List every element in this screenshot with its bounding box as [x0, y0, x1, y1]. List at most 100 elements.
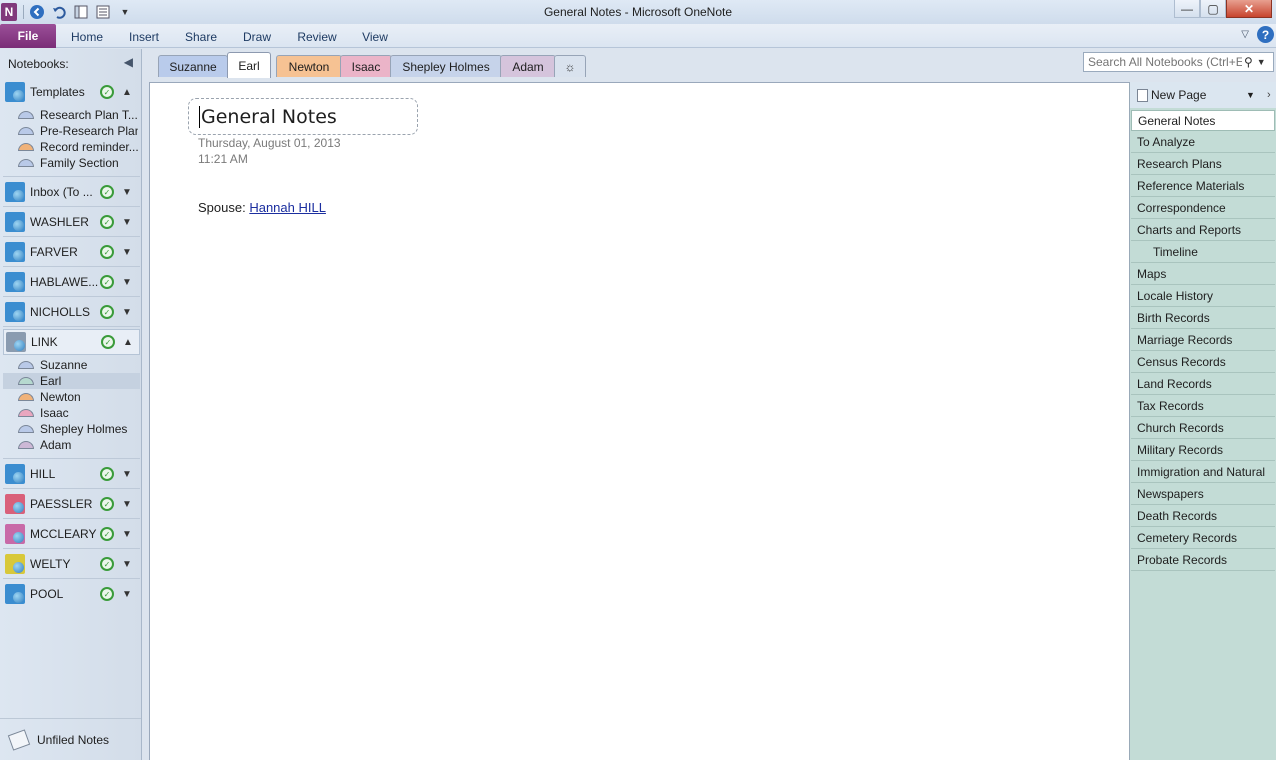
page-title-container[interactable]: General Notes [188, 98, 418, 135]
page-item[interactable]: General Notes [1131, 110, 1275, 131]
expand-notebook-icon[interactable]: ▼ [122, 187, 132, 198]
notebook-paessler[interactable]: PAESSLER ✓ ▼ [3, 491, 140, 517]
sync-status-icon[interactable]: ✓ [100, 85, 114, 99]
collapse-navigation-icon[interactable]: ◀ [124, 55, 133, 69]
sync-status-icon[interactable]: ✓ [100, 557, 114, 571]
page-title[interactable]: General Notes [199, 106, 337, 128]
notebook-link[interactable]: LINK ✓ ▲ [3, 329, 140, 355]
expand-notebook-icon[interactable]: ▼ [122, 277, 132, 288]
page-item[interactable]: Maps [1131, 264, 1275, 285]
sync-status-icon[interactable]: ✓ [100, 185, 114, 199]
expand-notebook-icon[interactable]: ▼ [122, 589, 132, 600]
sync-status-icon[interactable]: ✓ [100, 467, 114, 481]
tab-view[interactable]: View [356, 27, 394, 47]
sync-status-icon[interactable]: ✓ [100, 527, 114, 541]
page-item[interactable]: Marriage Records [1131, 330, 1275, 351]
notebook-mccleary[interactable]: MCCLEARY ✓ ▼ [3, 521, 140, 547]
section-tab[interactable]: Shepley Holmes [390, 55, 502, 77]
search-scope-dropdown-icon[interactable]: ▼ [1257, 57, 1266, 67]
page-item[interactable]: Birth Records [1131, 308, 1275, 329]
new-section-tab[interactable]: ☼ [554, 55, 586, 77]
sync-status-icon[interactable]: ✓ [100, 275, 114, 289]
page-item[interactable]: Probate Records [1131, 550, 1275, 571]
notebook-hablawe[interactable]: HABLAWE... ✓ ▼ [3, 269, 140, 295]
maximize-button[interactable]: ▢ [1200, 0, 1226, 18]
page-item[interactable]: Death Records [1131, 506, 1275, 527]
sync-status-icon[interactable]: ✓ [100, 587, 114, 601]
page-item[interactable]: Immigration and Natural [1131, 462, 1275, 483]
tab-insert[interactable]: Insert [122, 27, 166, 47]
section-tab[interactable]: Isaac [340, 55, 392, 77]
collapse-page-tabs-icon[interactable]: › [1267, 89, 1271, 101]
search-input[interactable] [1084, 55, 1242, 69]
notebook-farver[interactable]: FARVER ✓ ▼ [3, 239, 140, 265]
search-box[interactable]: ⚲ ▼ [1083, 52, 1274, 72]
section-item[interactable]: Family Section [3, 155, 140, 171]
section-item[interactable]: Pre-Research Plan [3, 123, 140, 139]
page-item[interactable]: Reference Materials [1131, 176, 1275, 197]
page-item[interactable]: Tax Records [1131, 396, 1275, 417]
notebook-hill[interactable]: HILL ✓ ▼ [3, 461, 140, 487]
tab-review[interactable]: Review [292, 27, 342, 47]
page-item[interactable]: Military Records [1131, 440, 1275, 461]
page-item[interactable]: Census Records [1131, 352, 1275, 373]
help-icon[interactable]: ? [1257, 26, 1274, 43]
page-item[interactable]: Charts and Reports [1131, 220, 1275, 241]
sync-status-icon[interactable]: ✓ [100, 215, 114, 229]
tab-draw[interactable]: Draw [236, 27, 278, 47]
page-item[interactable]: Cemetery Records [1131, 528, 1275, 549]
sync-status-icon[interactable]: ✓ [100, 245, 114, 259]
expand-notebook-icon[interactable]: ▼ [122, 247, 132, 258]
sync-status-icon[interactable]: ✓ [101, 335, 115, 349]
spouse-link[interactable]: Hannah HILL [249, 200, 326, 215]
close-button[interactable]: ✕ [1226, 0, 1272, 18]
unfiled-notes[interactable]: Unfiled Notes [0, 718, 141, 760]
expand-notebook-icon[interactable]: ▼ [122, 529, 132, 540]
collapse-notebook-icon[interactable]: ▲ [122, 87, 132, 98]
section-item[interactable]: Suzanne [3, 357, 140, 373]
expand-notebook-icon[interactable]: ▼ [122, 217, 132, 228]
tab-file[interactable]: File [0, 24, 56, 48]
new-page-dropdown-icon[interactable]: ▼ [1246, 90, 1255, 100]
expand-notebook-icon[interactable]: ▼ [122, 559, 132, 570]
page-item[interactable]: Locale History [1131, 286, 1275, 307]
section-item[interactable]: Research Plan T... [3, 107, 140, 123]
note-content[interactable]: Spouse: Hannah HILL [198, 200, 326, 215]
page-item[interactable]: Research Plans [1131, 154, 1275, 175]
section-item[interactable]: Earl [3, 373, 140, 389]
notebook-pool[interactable]: POOL ✓ ▼ [3, 581, 140, 607]
page-item[interactable]: Newspapers [1131, 484, 1275, 505]
section-item[interactable]: Newton [3, 389, 140, 405]
section-item[interactable]: Isaac [3, 405, 140, 421]
expand-ribbon-icon[interactable]: ▽ [1241, 29, 1249, 40]
tab-home[interactable]: Home [62, 27, 112, 47]
section-tab[interactable]: Newton [276, 55, 342, 77]
notebook-washler[interactable]: WASHLER ✓ ▼ [3, 209, 140, 235]
expand-notebook-icon[interactable]: ▼ [122, 307, 132, 318]
notebook-inbox[interactable]: Inbox (To ... ✓ ▼ [3, 179, 140, 205]
collapse-notebook-icon[interactable]: ▲ [123, 337, 133, 348]
expand-notebook-icon[interactable]: ▼ [122, 469, 132, 480]
section-item[interactable]: Adam [3, 437, 140, 453]
notebook-welty[interactable]: WELTY ✓ ▼ [3, 551, 140, 577]
notebook-templates[interactable]: Templates ✓ ▲ [3, 79, 140, 105]
section-item[interactable]: Shepley Holmes [3, 421, 140, 437]
new-page-button[interactable]: New Page ▼ › [1130, 82, 1276, 108]
sync-status-icon[interactable]: ✓ [100, 305, 114, 319]
page-canvas[interactable]: General Notes Thursday, August 01, 2013 … [149, 82, 1129, 760]
subpage-item[interactable]: Timeline [1131, 242, 1275, 263]
page-item[interactable]: Land Records [1131, 374, 1275, 395]
sync-status-icon[interactable]: ✓ [100, 497, 114, 511]
section-tab[interactable]: Suzanne [158, 55, 228, 77]
expand-notebook-icon[interactable]: ▼ [122, 499, 132, 510]
search-icon[interactable]: ⚲ [1244, 55, 1253, 69]
section-item[interactable]: Record reminder... [3, 139, 140, 155]
page-item[interactable]: Church Records [1131, 418, 1275, 439]
section-tab[interactable]: Adam [500, 55, 556, 77]
page-item[interactable]: Correspondence [1131, 198, 1275, 219]
section-tab[interactable]: Earl [227, 52, 271, 78]
minimize-button[interactable]: — [1174, 0, 1200, 18]
tab-share[interactable]: Share [180, 27, 222, 47]
page-item[interactable]: To Analyze [1131, 132, 1275, 153]
notebook-nicholls[interactable]: NICHOLLS ✓ ▼ [3, 299, 140, 325]
